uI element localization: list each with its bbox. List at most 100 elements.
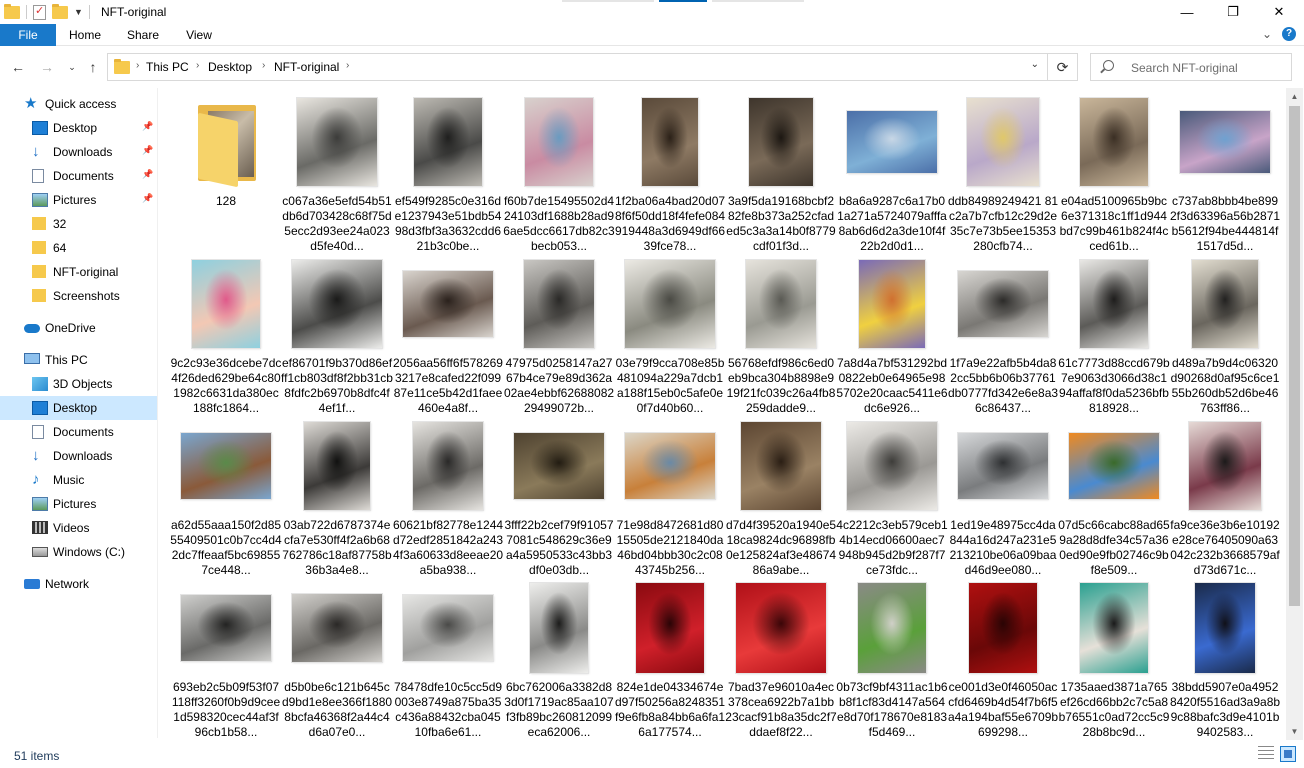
image-file-item[interactable]: 824e1de04334674ed97f50256a8248351f9e6fb8… [614,578,726,739]
sidebar-item-3d-objects[interactable]: 3D Objects [0,372,157,396]
image-file-item[interactable]: 7bad37e96010a4ec378cea6922b7a1bb23cacf91… [725,578,837,739]
image-file-item[interactable]: a62d55aaa150f2d8555409501c0b7cc4d42dc7ff… [170,416,282,577]
folder-item[interactable]: 128 [170,92,282,248]
scrollbar-thumb[interactable] [1289,106,1300,606]
image-file-item[interactable]: 7a8d4a7bf531292bd0822eb0e64965e985702e20… [836,254,948,415]
image-file-item[interactable]: 3fff22b2cef79f910577081c548629c36e9a4a59… [503,416,615,577]
sidebar-item-this-pc[interactable]: This PC [0,348,157,372]
folder-icon[interactable] [4,3,20,19]
image-file-item[interactable]: 03ab722d6787374ecfa7e530ff4f2a6b68762786… [281,416,393,577]
image-file-item[interactable]: 6bc762006a3382d83d0f1719ac85aa107f3fb89b… [503,578,615,739]
image-file-item[interactable]: b8a6a9287c6a17b01a271a5724079afffa8ab6d6… [836,92,948,253]
address-bar[interactable]: › This PC › Desktop › NFT-original › ⌄ ⟳ [107,53,1078,81]
restore-button[interactable]: ❐ [1210,0,1256,24]
minimize-button[interactable]: — [1164,0,1210,24]
image-file-item[interactable]: ce001d3e0f46050accfd6469b4d54f7b6f5a4a19… [947,578,1059,739]
thumbnail-frame [836,92,948,192]
image-file-item[interactable]: 56768efdf986c6ed0eb9bca304b8898e919f21fc… [725,254,837,415]
image-file-item[interactable]: fa9ce36e3b6e10192e28ce76405090a63042c232… [1169,416,1281,577]
sidebar-item-nft-original[interactable]: NFT-original [0,260,157,284]
details-view-icon[interactable] [1258,746,1274,762]
forward-button[interactable]: → [37,57,57,77]
scroll-down-icon[interactable]: ▼ [1286,723,1303,740]
thumbnail-frame [947,254,1059,354]
image-file-item[interactable]: 78478dfe10c5cc5d9003e8749a875ba35c436a88… [392,578,504,739]
image-file-item[interactable]: 3a9f5da19168bcbf282fe8b373a252cfaded5c3a… [725,92,837,253]
sidebar-item-documents[interactable]: Documents 📌 [0,164,157,188]
breadcrumb-this-pc[interactable]: This PC [146,60,189,74]
new-folder-icon[interactable] [52,3,68,19]
ribbon-tabs: File Home Share View ⌄ ? [0,24,1304,46]
help-icon[interactable]: ? [1282,27,1296,41]
tab-file[interactable]: File [0,24,56,46]
image-file-item[interactable]: 693eb2c5b09f53f07118ff3260f0b9d9cee1d598… [170,578,282,739]
image-file-item[interactable]: 9c2c93e36dcebe7dc4f26ded629be64c801982c6… [170,254,282,415]
file-name-label: 6bc762006a3382d83d0f1719ac85aa107f3fb89b… [504,680,614,739]
image-file-item[interactable]: d5b0be6c121b645cd9bd1e8ee366f18808bcfa46… [281,578,393,739]
image-file-item[interactable]: 61c7773d88ccd679b7e9063d3066d38c194affaf… [1058,254,1170,415]
image-file-item[interactable]: ef86701f9b370d86efff1cb803df8f2bb31cb8fd… [281,254,393,415]
image-file-item[interactable]: 4c2212c3eb579ceb14b14ecd06600aec7948b945… [836,416,948,577]
tab-home[interactable]: Home [62,24,108,46]
image-file-item[interactable]: 2056aa56ff6f5782693217e8cafed22f09987e11… [392,254,504,415]
sidebar-item-music[interactable]: ♪ Music [0,468,157,492]
scroll-up-icon[interactable]: ▲ [1286,88,1303,105]
sidebar-item-onedrive[interactable]: OneDrive [0,316,157,340]
chevron-right-icon[interactable]: › [346,60,349,71]
image-file-item[interactable]: e04ad5100965b9bc6e371318c1ff1d944bd7c99b… [1058,92,1170,253]
image-file-item[interactable]: 03e79f9cca708e85b481094a229a7dcb1a188f15… [614,254,726,415]
image-file-item[interactable]: 1f2ba06a4bad20d078f6f50dd18f4fefe0849194… [614,92,726,253]
sidebar-item-downloads[interactable]: ↓ Downloads 📌 [0,140,157,164]
breadcrumb-nft-original[interactable]: NFT-original [274,60,339,74]
close-button[interactable]: ✕ [1256,0,1302,24]
image-file-item[interactable]: 0b73cf9bf4311ac1b6b8f1cf83d4147a564e8d70… [836,578,948,739]
chevron-right-icon[interactable]: › [196,60,199,71]
sidebar-item-network[interactable]: Network [0,572,157,596]
chevron-right-icon[interactable]: › [262,60,265,71]
back-button[interactable]: ← [8,57,28,77]
tab-view[interactable]: View [176,24,222,46]
image-file-item[interactable]: 38bdd5907e0a49528420f5516ad3a9a8b9c88baf… [1169,578,1281,739]
sidebar-item-quick-access[interactable]: ★ Quick access [0,92,157,116]
image-file-item[interactable]: 47975d0258147a2767b4ce79e89d362a02ae4ebb… [503,254,615,415]
image-file-item[interactable]: d7d4f39520a1940e518ca9824dc96898fb0e1258… [725,416,837,577]
properties-icon[interactable] [33,4,46,20]
sidebar-item-downloads[interactable]: ↓ Downloads [0,444,157,468]
breadcrumb-desktop[interactable]: Desktop [208,60,252,74]
tab-share[interactable]: Share [120,24,166,46]
image-file-item[interactable]: c067a36e5efd54b51db6d703428c68f75d5ecc2d… [281,92,393,253]
image-file-item[interactable]: 07d5c66cabc88ad659a28d8dfe34c57a360ed90e… [1058,416,1170,577]
search-box[interactable]: Search NFT-original [1090,53,1292,81]
up-button[interactable]: ↑ [83,57,103,77]
sidebar-item-32[interactable]: 32 [0,212,157,236]
image-file-item[interactable]: 71e98d8472681d8015505de2121840da46bd04bb… [614,416,726,577]
large-icons-view-icon[interactable] [1280,746,1296,762]
sidebar-item-desktop[interactable]: Desktop 📌 [0,116,157,140]
refresh-button[interactable]: ⟳ [1047,54,1077,80]
image-file-item[interactable]: c737ab8bbb4be8992f3d63396a56b2871b5612f9… [1169,92,1281,253]
image-file-item[interactable]: ddb84989249421 81c2a7b7cfb12c29d2e35c7e7… [947,92,1059,253]
image-file-item[interactable]: 1f7a9e22afb5b4da82cc5bb6b06b37761db0777f… [947,254,1059,415]
image-file-item[interactable]: ef549f9285c0e316de1237943e51bdb5498d3fbf… [392,92,504,253]
address-dropdown-icon[interactable]: ⌄ [1031,59,1039,70]
pane-divider[interactable] [157,88,158,738]
image-file-item[interactable]: 1735aaed3871a765ef26cd66bb2c7c5a8b76551c… [1058,578,1170,739]
image-file-item[interactable]: 1ed19e48975cc4da844a16d247a231e5213210be… [947,416,1059,577]
image-file-item[interactable]: 60621bf82778e1244d72edf2851842a2434f3a60… [392,416,504,577]
customize-toolbar-icon[interactable]: ▼ [74,7,83,17]
sidebar-item-desktop[interactable]: Desktop [0,396,157,420]
sidebar-item-videos[interactable]: Videos [0,516,157,540]
vertical-scrollbar[interactable]: ▲ ▼ [1286,88,1303,740]
sidebar-item-documents[interactable]: Documents [0,420,157,444]
expand-ribbon-icon[interactable]: ⌄ [1262,27,1272,41]
search-input[interactable]: Search NFT-original [1131,61,1238,75]
chevron-right-icon[interactable]: › [136,60,139,71]
recent-locations-button[interactable]: ⌄ [62,57,82,77]
sidebar-item-pictures[interactable]: Pictures 📌 [0,188,157,212]
sidebar-item-windows-c[interactable]: Windows (C:) [0,540,157,564]
sidebar-item-pictures[interactable]: Pictures [0,492,157,516]
image-file-item[interactable]: f60b7de15495502d424103df1688b28ad96ae5dc… [503,92,615,253]
sidebar-item-64[interactable]: 64 [0,236,157,260]
sidebar-item-screenshots[interactable]: Screenshots [0,284,157,308]
image-file-item[interactable]: d489a7b9d4c06320d90268d0af95c6ce155b260d… [1169,254,1281,415]
